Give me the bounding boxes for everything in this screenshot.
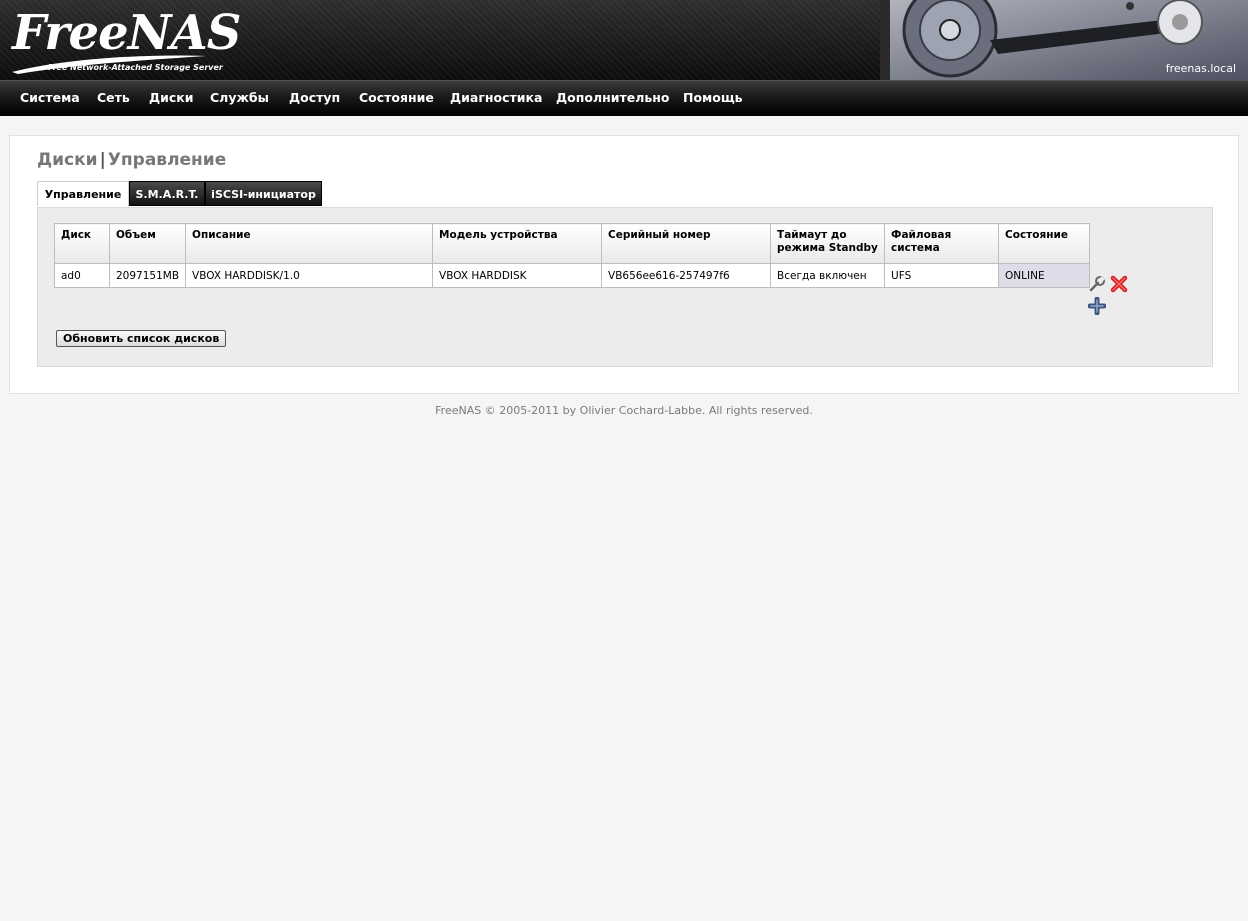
main-nav-bar: Система Сеть Диски Службы Доступ Состоян… (0, 80, 1248, 116)
tab-smart[interactable]: S.M.A.R.T. (129, 181, 205, 206)
cell-description: VBOX HARDDISK/1.0 (185, 263, 434, 288)
nav-item-access[interactable]: Доступ (289, 90, 340, 105)
tab-content-area: Диск Объем Описание Модель устройства Се… (37, 207, 1213, 367)
nav-item-disks[interactable]: Диски (149, 90, 194, 105)
nav-item-help[interactable]: Помощь (683, 90, 743, 105)
cell-size: 2097151MB (108, 263, 187, 288)
nav-item-status[interactable]: Состояние (359, 90, 434, 105)
cell-status: ONLINE (998, 263, 1091, 288)
nav-item-advanced[interactable]: Дополнительно (556, 90, 670, 105)
cell-standby-timeout: Всегда включен (770, 263, 886, 288)
column-header-serial: Серийный номер (601, 223, 772, 264)
cell-filesystem: UFS (884, 263, 1000, 288)
nav-item-diagnostics[interactable]: Диагностика (450, 90, 542, 105)
refresh-disk-list-button[interactable]: Обновить список дисков (56, 330, 227, 347)
page-title-section[interactable]: Диски (37, 150, 98, 170)
column-header-size: Объем (108, 223, 187, 264)
column-header-disk: Диск (54, 223, 110, 264)
column-header-filesystem: Файловая система (884, 223, 1000, 264)
cell-disk: ad0 (54, 263, 110, 288)
cell-serial: VB656ee616-257497f6 (601, 263, 772, 288)
page-title: Диски | Управление (37, 150, 226, 170)
hostname-label: freenas.local (1165, 62, 1236, 75)
app-header: FreeNAS Free Network-Attached Storage Se… (0, 0, 1248, 80)
footer-copyright: FreeNAS © 2005-2011 by Olivier Cochard-L… (435, 404, 813, 417)
tab-management[interactable]: Управление (37, 181, 129, 206)
column-header-description: Описание (185, 223, 434, 264)
nav-item-network[interactable]: Сеть (97, 90, 130, 105)
column-header-status: Состояние (998, 223, 1091, 264)
column-header-standby-timeout: Таймаут до режима Standby (770, 223, 886, 264)
tab-iscsi-initiator[interactable]: iSCSI-инициатор (205, 181, 322, 206)
nav-item-system[interactable]: Система (20, 90, 80, 105)
page-title-separator: | (99, 150, 106, 170)
cell-model: VBOX HARDDISK (432, 263, 603, 288)
table-row: ad0 2097151MB VBOX HARDDISK/1.0 VBOX HAR… (54, 263, 1091, 288)
nav-item-services[interactable]: Службы (210, 90, 269, 105)
logo-tagline: Free Network-Attached Storage Server (48, 63, 223, 72)
delete-x-icon[interactable] (1109, 274, 1129, 294)
disk-table: Диск Объем Описание Модель устройства Се… (54, 223, 1091, 288)
plus-icon[interactable] (1088, 297, 1106, 315)
table-header-row: Диск Объем Описание Модель устройства Се… (54, 223, 1091, 264)
main-content-panel: Диски | Управление Управление S.M.A.R.T. i… (9, 135, 1239, 394)
page-title-current: Управление (107, 150, 227, 170)
wrench-icon[interactable] (1088, 275, 1106, 293)
column-header-model: Модель устройства (432, 223, 603, 264)
